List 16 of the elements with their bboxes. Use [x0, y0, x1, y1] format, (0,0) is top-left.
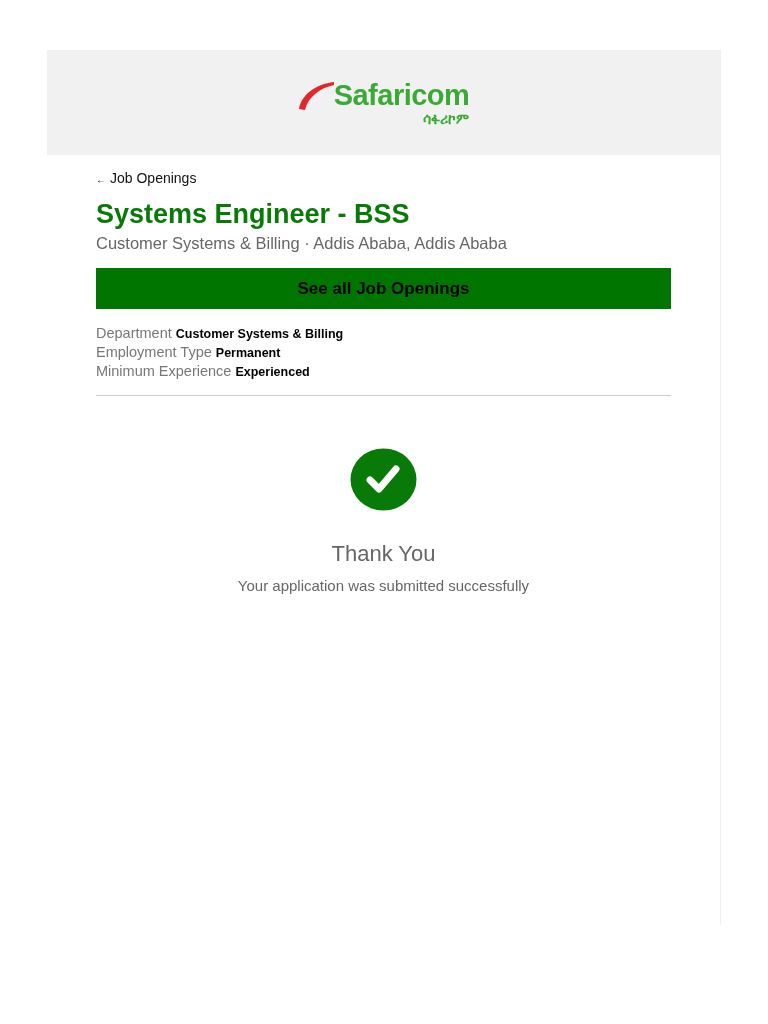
swoosh-icon [297, 80, 334, 111]
detail-value: Experienced [235, 364, 310, 381]
logo-text: Safaricom [333, 78, 470, 111]
detail-label: Employment Type [96, 343, 212, 361]
detail-value: Customer Systems & Billing [175, 326, 344, 343]
job-title: Systems Engineer - BSS [96, 199, 411, 230]
logo-subtext: ሳፋሪኮም [423, 110, 470, 127]
back-link[interactable]: ← Job Openings [96, 170, 197, 186]
success-message: Your application was submitted successfully [237, 577, 530, 594]
detail-value: Permanent [215, 345, 281, 362]
detail-label: Department [96, 324, 172, 342]
job-subtitle: Customer Systems & Billing · Addis Ababa, Addis Ababa [96, 234, 508, 253]
detail-label: Minimum Experience [96, 362, 232, 380]
see-all-button[interactable]: See all Job Openings [96, 268, 671, 309]
check-icon [350, 448, 417, 511]
thank-you-heading: Thank You [331, 541, 436, 567]
